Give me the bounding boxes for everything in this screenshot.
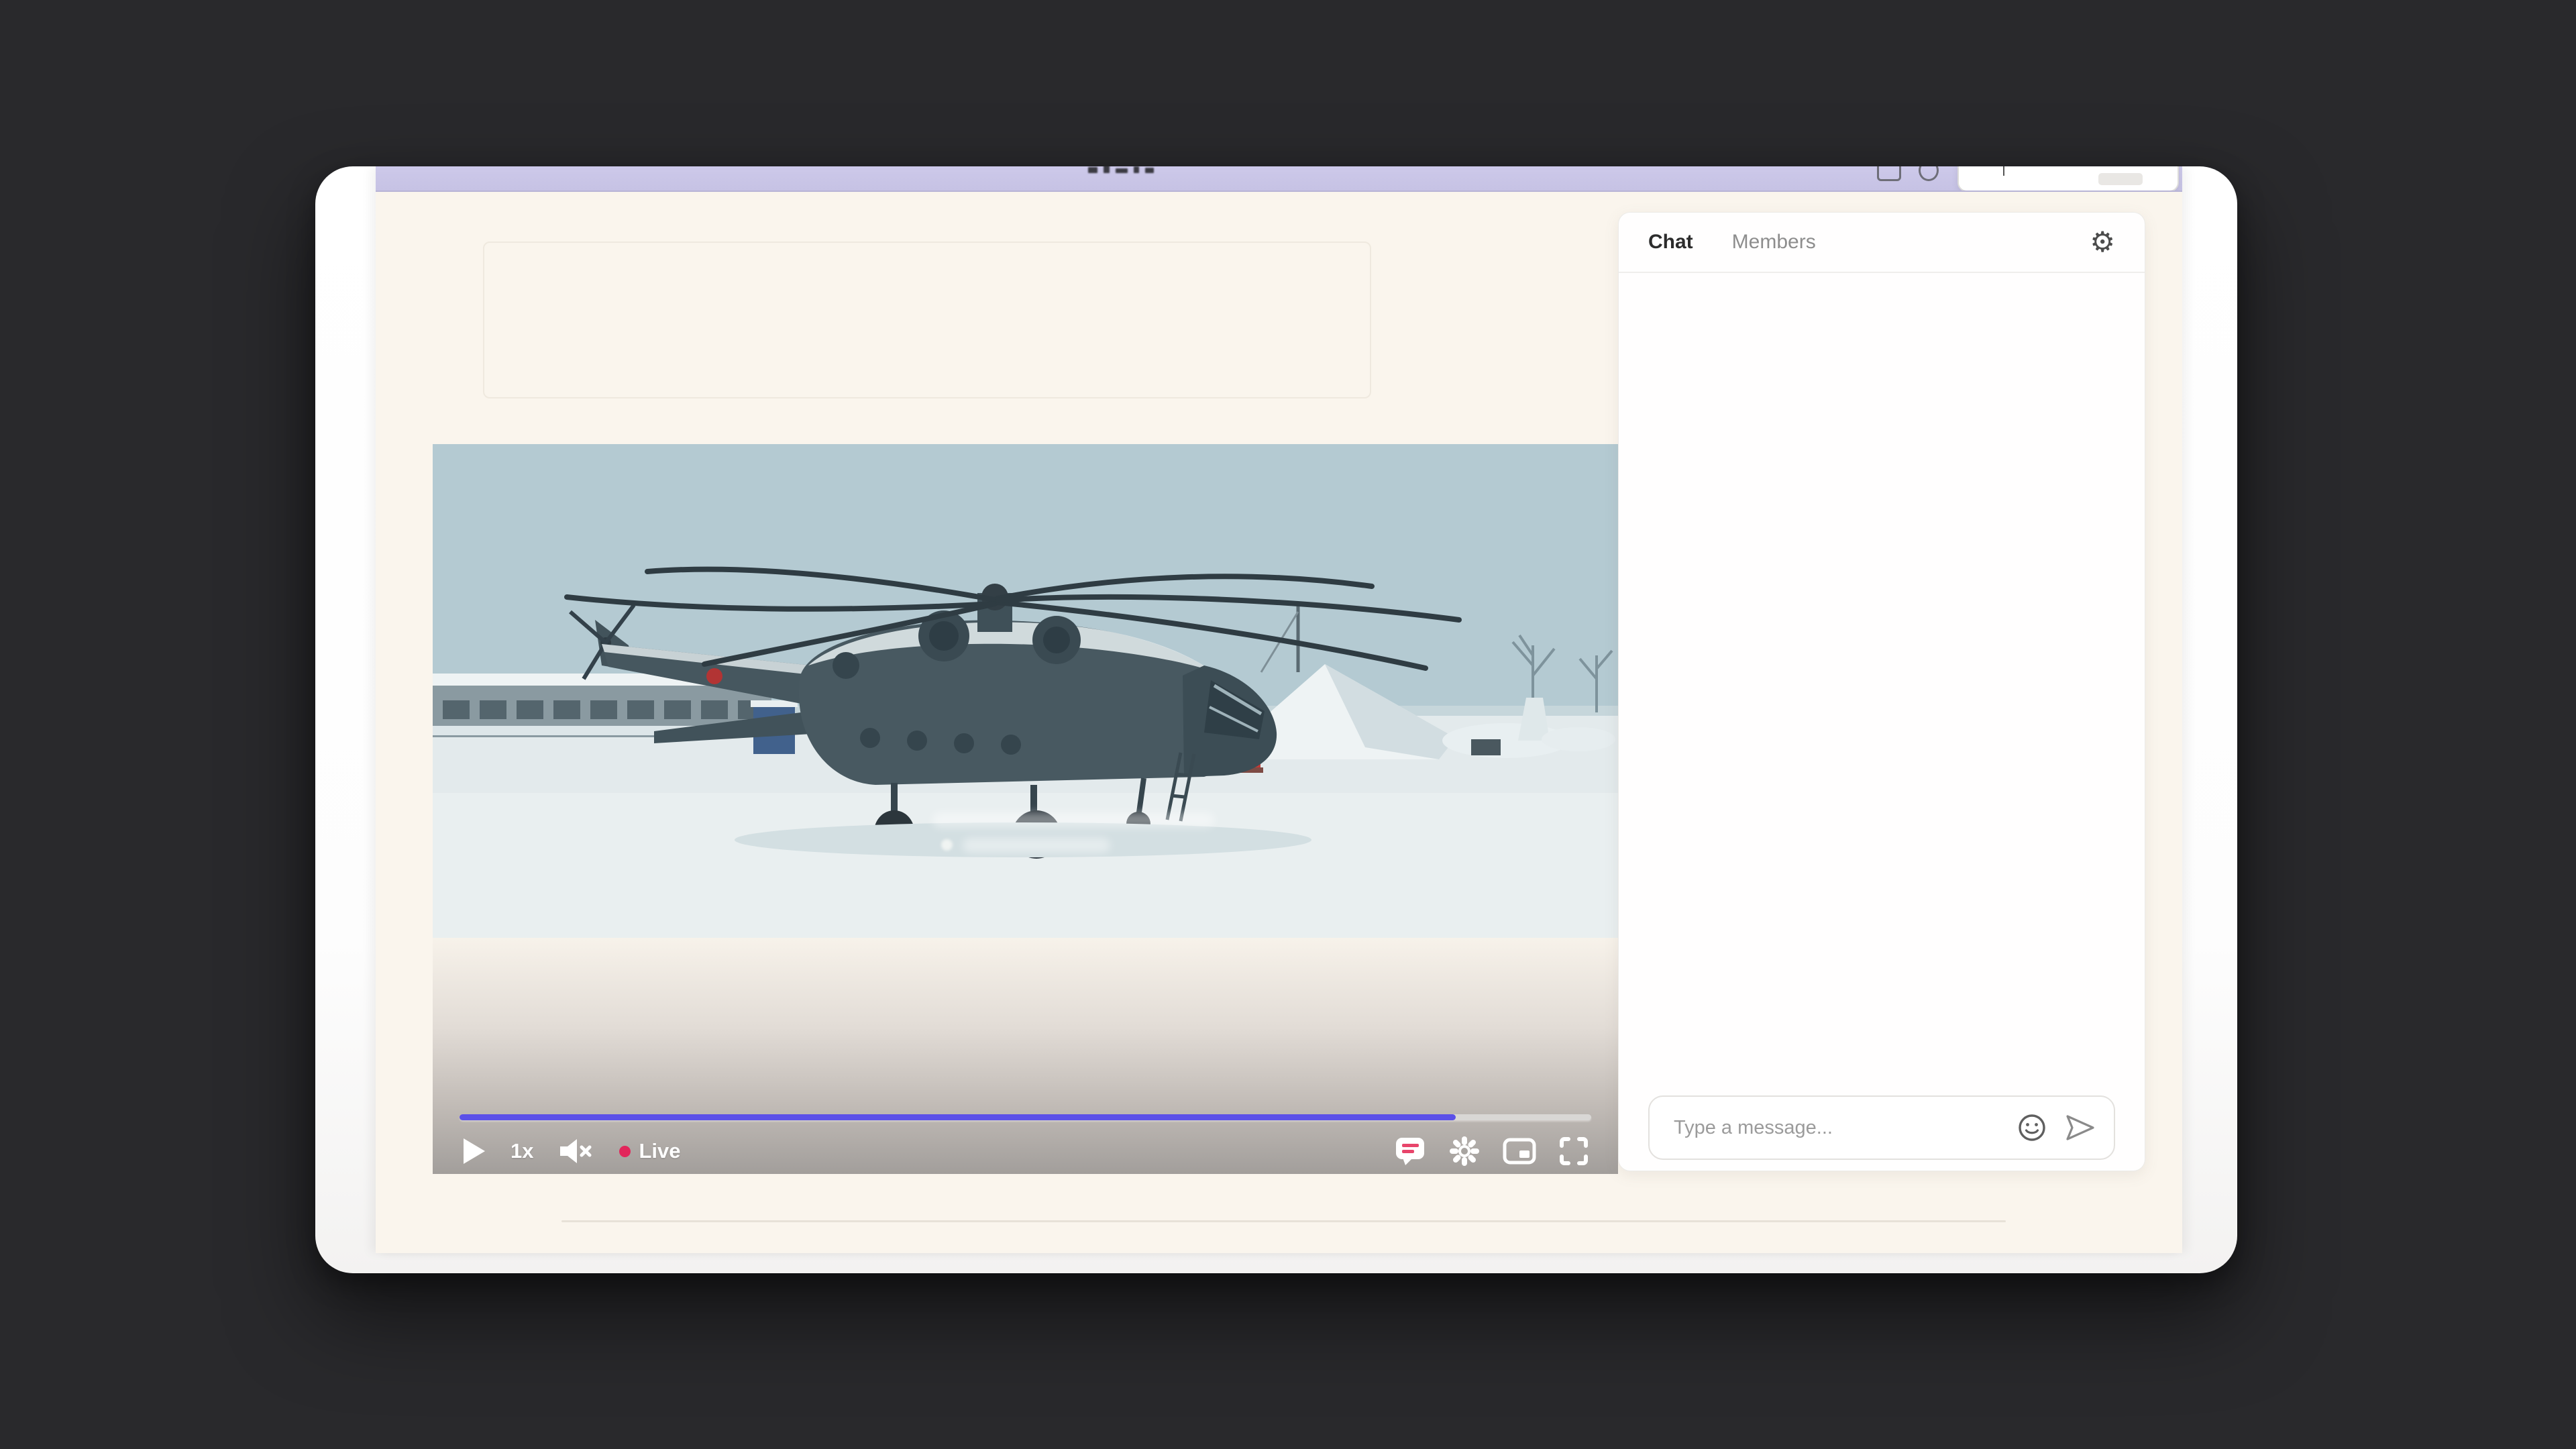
play-icon: [462, 1138, 485, 1165]
stream-page: 1x Live: [376, 166, 2182, 1253]
progress-bar[interactable]: [460, 1114, 1591, 1120]
picture-in-picture-icon: [1503, 1138, 1536, 1165]
progress-fill: [460, 1114, 1456, 1120]
emoji-icon[interactable]: [2017, 1113, 2047, 1142]
player-controls-row: 1x Live: [433, 1134, 1618, 1169]
chat-settings-gear-icon[interactable]: ⚙: [2090, 228, 2115, 256]
video-player: 1x Live: [433, 444, 1618, 1174]
subtitle-blur-line: [963, 838, 1110, 853]
live-indicator[interactable]: Live: [619, 1139, 680, 1163]
ghost-outline: [483, 241, 1371, 398]
video-frame[interactable]: [433, 444, 1618, 938]
live-label: Live: [639, 1139, 680, 1163]
tab-chat[interactable]: Chat: [1648, 231, 1693, 254]
page-divider: [561, 1220, 2006, 1222]
video-scene-helicopter: [433, 444, 1618, 938]
toolbar-profile-icon[interactable]: [1919, 166, 1939, 181]
chat-input-row: [1619, 1095, 2145, 1171]
subtitle-blur-dot: [941, 839, 953, 851]
playback-speed-label[interactable]: 1x: [511, 1139, 533, 1163]
settings-icon: [1449, 1136, 1480, 1167]
popup-button[interactable]: [2098, 173, 2143, 185]
browser-window: 1x Live: [315, 166, 2237, 1273]
player-settings-button[interactable]: [1449, 1136, 1480, 1167]
browser-toolbar: [376, 166, 2182, 192]
chat-header: Chat Members ⚙: [1619, 213, 2145, 273]
player-control-area: 1x Live: [433, 938, 1618, 1174]
message-input-box[interactable]: [1648, 1095, 2115, 1160]
mute-button[interactable]: [559, 1138, 594, 1165]
send-icon[interactable]: [2064, 1113, 2096, 1142]
toolbar-extension-icon[interactable]: [1877, 166, 1901, 181]
toolbar-popup-clipped: [1957, 166, 2179, 192]
tab-members[interactable]: Members: [1732, 231, 1816, 254]
address-text-clipped: [1088, 166, 1202, 173]
play-button[interactable]: [462, 1138, 485, 1165]
pip-button[interactable]: [1503, 1138, 1536, 1165]
chat-overlay-icon: [1394, 1136, 1426, 1166]
chat-overlay-button[interactable]: [1394, 1136, 1426, 1166]
desktop-background: 1x Live: [0, 0, 2576, 1449]
popup-caret: [2003, 166, 2004, 176]
subtitle-blur-line: [932, 812, 1214, 828]
live-dot-icon: [619, 1146, 631, 1157]
chat-message-list[interactable]: [1619, 273, 2145, 1095]
fullscreen-icon: [1559, 1136, 1589, 1166]
fullscreen-button[interactable]: [1559, 1136, 1589, 1166]
chat-panel: Chat Members ⚙: [1618, 212, 2145, 1171]
message-input[interactable]: [1650, 1117, 2017, 1139]
volume-muted-icon: [559, 1138, 594, 1165]
